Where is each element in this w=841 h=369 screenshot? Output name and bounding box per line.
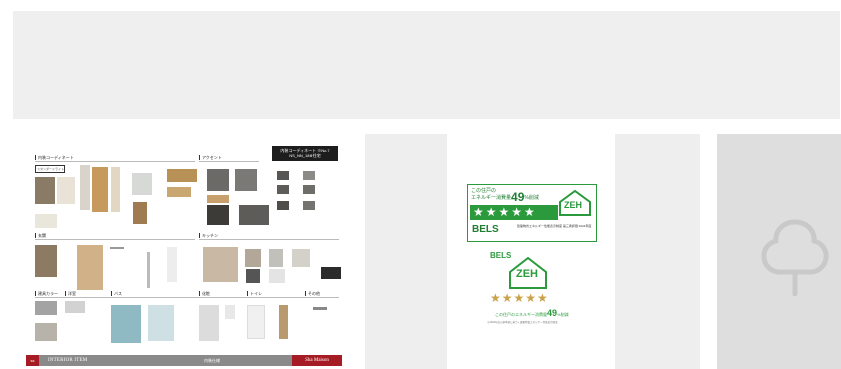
- kitchen-sink-swatch: [269, 269, 285, 283]
- window-swatch: [132, 173, 152, 195]
- section-other: その他: [305, 291, 320, 296]
- cabinet-swatch: [92, 167, 108, 212]
- bels-star-rating: ★★★★★: [470, 205, 558, 220]
- divider: [199, 239, 339, 240]
- energy-reduction-note: ※2024年度の基準値に基づく建築物省エネルギー性能表示制度: [487, 321, 558, 324]
- brand-logo: Sha-Maison Sha-Maison Sha-Maison Sha Mai…: [292, 354, 342, 366]
- small-swatch: [303, 171, 315, 180]
- sheet-footer: ss INTERIOR ITEM 内装仕様 Sha-Maison Sha-Mai…: [26, 354, 342, 366]
- section-door-color: 建具カラー: [35, 291, 58, 296]
- wood-swatch: [167, 169, 197, 182]
- closet-swatch: [133, 202, 147, 224]
- towel-bar-swatch: [313, 307, 327, 310]
- door-color-swatch-2: [35, 323, 57, 341]
- divider: [35, 297, 339, 298]
- kitchen-hood-swatch: [292, 249, 310, 267]
- shoe-box-swatch: [77, 245, 103, 290]
- handrail-swatch: [110, 247, 124, 249]
- footer-mark: ss: [26, 355, 39, 366]
- bels-sub-text: 建築物省エネルギー性能表示制度 第三者評価 2024年度: [517, 224, 592, 228]
- bath-photo-swatch-2: [148, 305, 174, 341]
- energy-reduction-number: 49: [547, 308, 558, 318]
- divider: [35, 239, 195, 240]
- small-swatch: [277, 185, 289, 194]
- accent-wood-swatch: [207, 195, 229, 203]
- zeh-house-icon: ZEH: [557, 188, 593, 218]
- brand-logo-text: Sha Maison: [305, 358, 329, 363]
- divider: [35, 161, 195, 162]
- gallery-page: 内装コーディネート ※No.7 NS_NN_18※住宅 内装コーディネート アク…: [0, 0, 841, 369]
- kitchen-counter-swatch: [245, 249, 261, 267]
- bels-energy-text: この住戸の エネルギー消費量49%削減: [471, 188, 539, 204]
- door-panel-swatch: [111, 167, 120, 212]
- vanity-mirror-swatch: [225, 305, 235, 319]
- tile-swatch: [35, 214, 57, 228]
- small-swatch: [303, 201, 315, 210]
- bels-thumbnail[interactable]: この住戸の エネルギー消費量49%削減 ★★★★★ ZEH BELS 建築物省エ…: [365, 134, 700, 369]
- kitchen-panel-swatch: [269, 249, 283, 267]
- entrance-floor-swatch: [35, 245, 57, 277]
- kitchen-faucet-swatch: [246, 269, 260, 283]
- section-kitchen: キッチン: [199, 233, 218, 238]
- section-western: 洋室: [65, 291, 76, 296]
- bels-percent-number: 49: [511, 190, 525, 204]
- kitchen-photo-swatch: [203, 247, 238, 282]
- bath-photo-swatch: [111, 305, 141, 343]
- accent-gray-swatch: [235, 169, 257, 191]
- door-swatch: [80, 165, 90, 210]
- bels-line2-prefix: エネルギー消費量: [471, 195, 512, 201]
- western-swatch: [65, 301, 85, 313]
- floor-swatch: [35, 177, 55, 204]
- brand-logo-small: Sha-Maison Sha-Maison Sha-Maison: [302, 354, 332, 356]
- tree-icon: [761, 219, 829, 296]
- bels-card: この住戸の エネルギー消費量49%削減 ★★★★★ ZEH BELS 建築物省エ…: [447, 134, 615, 369]
- star-rating-gold: ★★★★★: [490, 291, 549, 305]
- banner-placeholder: [13, 11, 840, 119]
- accent-tile-swatch: [239, 205, 269, 225]
- toilet-swatch: [247, 305, 265, 339]
- footer-title: INTERIOR ITEM: [48, 358, 88, 363]
- door-white-swatch: [167, 247, 177, 282]
- section-entrance: 玄関: [35, 233, 46, 238]
- interior-item-thumbnail[interactable]: 内装コーディネート ※No.7 NS_NN_18※住宅 内装コーディネート アク…: [13, 134, 349, 369]
- standard-tag-label: スタンダードライト: [37, 167, 65, 171]
- section-vanity: 化粧: [199, 291, 210, 296]
- section-coordinate: 内装コーディネート: [35, 155, 74, 160]
- energy-reduction-line: この住戸のエネルギー消費量49%削減: [495, 308, 569, 318]
- vanity-swatch: [199, 305, 219, 341]
- sheet-title-box: 内装コーディネート ※No.7 NS_NN_18※住宅: [272, 146, 338, 161]
- accent-stone-swatch: [207, 169, 229, 191]
- toilet-wall-swatch: [279, 305, 288, 339]
- divider: [199, 161, 259, 162]
- zeh-house-icon-2: ZEH: [507, 255, 549, 291]
- energy-reduction-prefix: この住戸のエネルギー消費量: [495, 312, 547, 317]
- interior-sheet: 内装コーディネート ※No.7 NS_NN_18※住宅 内装コーディネート アク…: [25, 137, 342, 366]
- door-color-swatch: [35, 301, 57, 315]
- accent-dark-swatch: [207, 205, 229, 225]
- wood-swatch-2: [167, 187, 191, 197]
- footer-center-label: 内装仕様: [204, 358, 220, 363]
- energy-reduction-suffix: %削減: [557, 312, 569, 317]
- section-bath: バス: [111, 291, 122, 296]
- image-placeholder-thumbnail[interactable]: [717, 134, 841, 369]
- bels-logo-text: BELS: [472, 224, 499, 235]
- small-swatch: [277, 201, 289, 210]
- small-swatch: [277, 171, 289, 180]
- wall-swatch: [57, 177, 75, 204]
- kitchen-stove-swatch: [321, 267, 341, 279]
- bels-label-top: この住戸の エネルギー消費量49%削減 ★★★★★ ZEH BELS 建築物省エ…: [467, 184, 597, 242]
- bels-line2-suffix: %削減: [524, 195, 539, 201]
- section-toilet: トイレ: [247, 291, 262, 296]
- zeh-label-2: ZEH: [516, 268, 538, 280]
- bels-line1: この住戸の: [471, 188, 497, 194]
- section-accent: アクセント: [199, 155, 222, 160]
- zeh-label: ZEH: [564, 200, 582, 210]
- pipe-swatch: [147, 252, 150, 288]
- small-swatch: [303, 185, 315, 194]
